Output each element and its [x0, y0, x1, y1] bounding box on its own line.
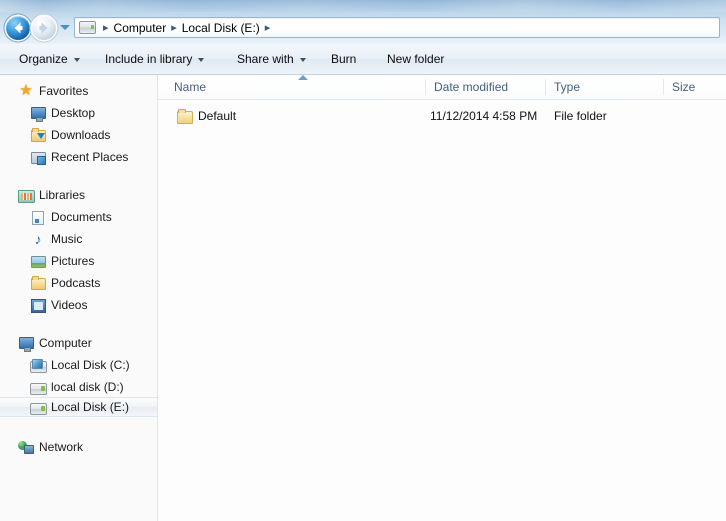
sidebar-group-network[interactable]: Network	[0, 437, 157, 457]
computer-icon	[18, 335, 34, 352]
table-row[interactable]: Default 11/12/2014 4:58 PM File folder	[158, 105, 726, 127]
organize-label: Organize	[19, 52, 68, 66]
column-label: Size	[672, 80, 696, 94]
sidebar-item-label: Local Disk (C:)	[51, 358, 130, 372]
column-header-name[interactable]: Name	[166, 75, 425, 99]
sidebar-item-label: Pictures	[51, 254, 95, 268]
sidebar-item-label: Recent Places	[51, 150, 129, 164]
drive-icon	[30, 379, 47, 395]
libraries-icon	[18, 187, 35, 203]
folder-icon	[30, 275, 46, 291]
organize-button[interactable]: Organize	[10, 44, 89, 74]
breadcrumb-local-disk-e[interactable]: Local Disk (E:)	[182, 21, 260, 35]
sidebar-group-label: Libraries	[39, 188, 86, 202]
desktop-icon	[30, 105, 46, 122]
sidebar-item-recent-places[interactable]: Recent Places	[0, 147, 157, 167]
video-icon	[30, 297, 46, 313]
sidebar-item-documents[interactable]: Documents	[0, 207, 157, 227]
sidebar-item-desktop[interactable]: Desktop	[0, 103, 157, 123]
breadcrumb-computer[interactable]: Computer	[114, 21, 167, 35]
column-header-size[interactable]: Size	[664, 75, 726, 99]
command-toolbar: Organize Include in library Share with B…	[0, 44, 726, 75]
forward-button[interactable]	[32, 16, 56, 40]
chevron-down-icon	[198, 58, 205, 62]
sidebar-group-libraries[interactable]: Libraries	[0, 185, 157, 205]
navigation-pane[interactable]: ★ Favorites Desktop Downloads Recent Pla…	[0, 75, 158, 521]
sidebar-group-favorites[interactable]: ★ Favorites	[0, 81, 157, 101]
music-note-icon: ♪	[34, 231, 42, 247]
burn-label: Burn	[331, 52, 357, 66]
sidebar-item-label: Videos	[51, 298, 88, 312]
document-icon	[30, 209, 46, 225]
sidebar-group-computer[interactable]: Computer	[0, 333, 157, 353]
burn-button[interactable]: Burn	[322, 44, 365, 74]
sidebar-item-label: Desktop	[51, 106, 96, 120]
chevron-down-icon	[299, 58, 306, 62]
folder-icon	[176, 108, 193, 124]
sidebar-item-local-disk-c[interactable]: Local Disk (C:)	[0, 355, 157, 375]
column-header-row: Name Date modified Type Size	[158, 75, 726, 100]
new-folder-label: New folder	[387, 52, 445, 66]
sidebar-item-local-disk-d[interactable]: local disk (D:)	[0, 377, 157, 397]
sidebar-item-pictures[interactable]: Pictures	[0, 251, 157, 271]
back-button[interactable]	[6, 16, 30, 40]
downloads-icon	[30, 127, 46, 143]
system-drive-icon	[30, 357, 47, 373]
window-title-bar-glass	[0, 0, 726, 12]
include-in-library-label: Include in library	[105, 52, 193, 66]
back-arrow-icon	[14, 22, 23, 34]
sidebar-item-label: Podcasts	[51, 276, 101, 290]
column-label: Name	[174, 80, 207, 94]
recent-places-icon	[30, 149, 46, 165]
column-header-type[interactable]: Type	[546, 75, 663, 99]
star-icon: ★	[19, 82, 33, 99]
drive-icon	[79, 21, 96, 34]
include-in-library-button[interactable]: Include in library	[96, 44, 213, 74]
share-with-button[interactable]: Share with	[228, 44, 315, 74]
sidebar-item-downloads[interactable]: Downloads	[0, 125, 157, 145]
explorer-window: ▸ Computer ▸ Local Disk (E:) ▸ Organize …	[0, 0, 726, 521]
sidebar-group-label: Computer	[39, 336, 92, 350]
column-label: Date modified	[434, 80, 509, 94]
file-name: Default	[198, 109, 237, 123]
network-icon	[18, 439, 34, 455]
column-header-date-modified[interactable]: Date modified	[426, 75, 545, 99]
sidebar-item-label: Documents	[51, 210, 112, 224]
sidebar-item-music[interactable]: ♪ Music	[0, 229, 157, 249]
chevron-down-icon[interactable]	[60, 25, 70, 30]
breadcrumb-separator: ▸	[171, 22, 177, 34]
picture-icon	[30, 253, 46, 269]
sidebar-item-label: local disk (D:)	[51, 380, 124, 394]
address-bar[interactable]: ▸ Computer ▸ Local Disk (E:) ▸	[74, 17, 720, 38]
sidebar-item-podcasts[interactable]: Podcasts	[0, 273, 157, 293]
navigation-bar: ▸ Computer ▸ Local Disk (E:) ▸	[0, 12, 726, 45]
new-folder-button[interactable]: New folder	[378, 44, 453, 74]
sidebar-group-label: Network	[39, 440, 84, 454]
sidebar-item-label: Downloads	[51, 128, 111, 142]
forward-arrow-icon	[39, 22, 48, 34]
sidebar-group-label: Favorites	[39, 84, 89, 98]
chevron-down-icon	[73, 58, 80, 62]
sidebar-item-label: Music	[51, 232, 83, 246]
sidebar-item-local-disk-e[interactable]: Local Disk (E:)	[0, 397, 157, 417]
file-date-modified: 11/12/2014 4:58 PM	[430, 109, 538, 123]
breadcrumb-separator[interactable]: ▸	[260, 21, 276, 34]
share-with-label: Share with	[237, 52, 294, 66]
sidebar-item-videos[interactable]: Videos	[0, 295, 157, 315]
column-label: Type	[554, 80, 581, 94]
file-list-pane[interactable]: Name Date modified Type Size Default 11/…	[158, 75, 726, 521]
breadcrumb-separator: ▸	[103, 22, 109, 34]
file-type: File folder	[554, 109, 607, 123]
sidebar-item-label: Local Disk (E:)	[51, 400, 130, 414]
drive-icon	[30, 399, 47, 415]
